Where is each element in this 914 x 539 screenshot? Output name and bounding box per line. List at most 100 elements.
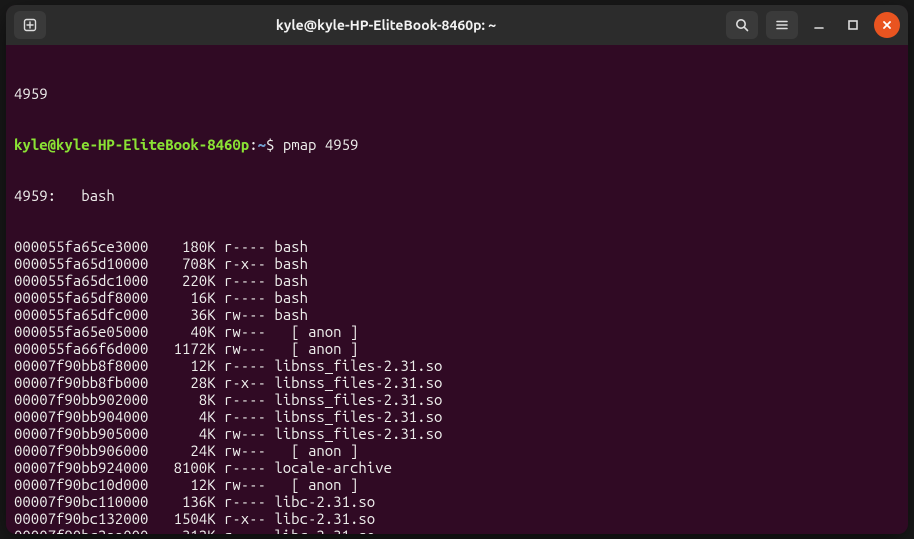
pmap-row: 00007f90bb9040004K r---- libnss_files-2.… [14,408,900,425]
gap [216,425,224,442]
pmap-permissions: rw--- [224,476,266,493]
gap [266,493,274,510]
gap [216,527,224,534]
pmap-address: 00007f90bc132000 [14,510,148,527]
pmap-address: 00007f90bc2aa000 [14,527,148,534]
pmap-mapping: bash [274,289,308,306]
gap [266,323,274,340]
gap [216,391,224,408]
pmap-size: 28K [148,374,215,391]
hamburger-menu-button[interactable] [766,11,798,39]
gap [266,425,274,442]
pmap-mapping: bash [274,238,308,255]
gap [216,255,224,272]
pmap-permissions: r-x-- [224,374,266,391]
gap [216,408,224,425]
new-tab-button[interactable] [14,11,46,39]
pmap-mapping: [ anon ] [274,442,358,459]
pmap-size: 136K [148,493,215,510]
pmap-mapping: libc-2.31.so [274,493,375,510]
prompt-command: pmap 4959 [283,136,359,153]
gap [216,289,224,306]
pmap-address: 000055fa65dc1000 [14,272,148,289]
maximize-button[interactable] [840,12,866,38]
close-button[interactable] [874,12,900,38]
pmap-mapping: [ anon ] [274,323,358,340]
pmap-mapping: libnss_files-2.31.so [274,425,442,442]
gap [266,442,274,459]
pmap-size: 8K [148,391,215,408]
prompt-path: ~ [258,136,266,153]
gap [266,289,274,306]
pmap-permissions: rw--- [224,340,266,357]
pmap-permissions: r---- [224,357,266,374]
pmap-address: 000055fa65d10000 [14,255,148,272]
pmap-row: 000055fa65d10000708K r-x-- bash [14,255,900,272]
pmap-size: 16K [148,289,215,306]
terminal-window: kyle@kyle-HP-EliteBook-8460p: ~ [6,5,908,534]
gap [266,374,274,391]
pmap-size: 708K [148,255,215,272]
pmap-header: 4959: bash [14,187,900,204]
gap [216,442,224,459]
window-title: kyle@kyle-HP-EliteBook-8460p: ~ [54,17,718,33]
pmap-size: 12K [148,357,215,374]
pmap-permissions: rw--- [224,425,266,442]
pmap-mapping: libc-2.31.so [274,510,375,527]
pmap-mapping: libnss_files-2.31.so [274,374,442,391]
gap [266,357,274,374]
gap [266,527,274,534]
pmap-mapping: libnss_files-2.31.so [274,357,442,374]
pmap-permissions: rw--- [224,306,266,323]
pmap-permissions: rw--- [224,442,266,459]
pmap-size: 180K [148,238,215,255]
gap [216,238,224,255]
pmap-row: 00007f90bc2aa000312K r---- libc-2.31.so [14,527,900,534]
gap [266,408,274,425]
terminal-viewport[interactable]: 4959 kyle@kyle-HP-EliteBook-8460p:~$ pma… [6,45,908,534]
preamble-line: 4959 [14,85,900,102]
pmap-mapping: locale-archive [274,459,392,476]
pmap-size: 312K [148,527,215,534]
pmap-address: 00007f90bb906000 [14,442,148,459]
gap [216,459,224,476]
gap [266,510,274,527]
prompt-user-host: kyle@kyle-HP-EliteBook-8460p [14,136,249,153]
pmap-address: 000055fa65df8000 [14,289,148,306]
pmap-address: 000055fa65e05000 [14,323,148,340]
pmap-mapping: [ anon ] [274,340,358,357]
pmap-size: 4K [148,408,215,425]
minimize-button[interactable] [806,12,832,38]
pmap-size: 1504K [148,510,215,527]
pmap-mapping: libnss_files-2.31.so [274,391,442,408]
pmap-permissions: r---- [224,238,266,255]
pmap-row: 00007f90bb9050004K rw--- libnss_files-2.… [14,425,900,442]
gap [216,493,224,510]
pmap-size: 220K [148,272,215,289]
gap [216,476,224,493]
pmap-address: 00007f90bc10d000 [14,476,148,493]
pmap-permissions: r-x-- [224,255,266,272]
pmap-row: 000055fa65e0500040K rw--- [ anon ] [14,323,900,340]
search-button[interactable] [726,11,758,39]
pmap-permissions: rw--- [224,323,266,340]
pmap-address: 00007f90bc110000 [14,493,148,510]
pmap-permissions: r---- [224,527,266,534]
pmap-permissions: r---- [224,289,266,306]
pmap-address: 000055fa66f6d000 [14,340,148,357]
pmap-row: 00007f90bc1320001504K r-x-- libc-2.31.so [14,510,900,527]
pmap-mapping: bash [274,272,308,289]
pmap-size: 4K [148,425,215,442]
pmap-permissions: r---- [224,493,266,510]
gap [266,255,274,272]
pmap-row: 000055fa66f6d0001172K rw--- [ anon ] [14,340,900,357]
gap [216,357,224,374]
pmap-row: 00007f90bb90600024K rw--- [ anon ] [14,442,900,459]
gap [266,272,274,289]
gap [216,306,224,323]
prompt-line: kyle@kyle-HP-EliteBook-8460p:~$ pmap 495… [14,136,900,153]
pmap-size: 8100K [148,459,215,476]
pmap-permissions: r---- [224,459,266,476]
gap [216,340,224,357]
prompt-sep1: : [249,136,257,153]
